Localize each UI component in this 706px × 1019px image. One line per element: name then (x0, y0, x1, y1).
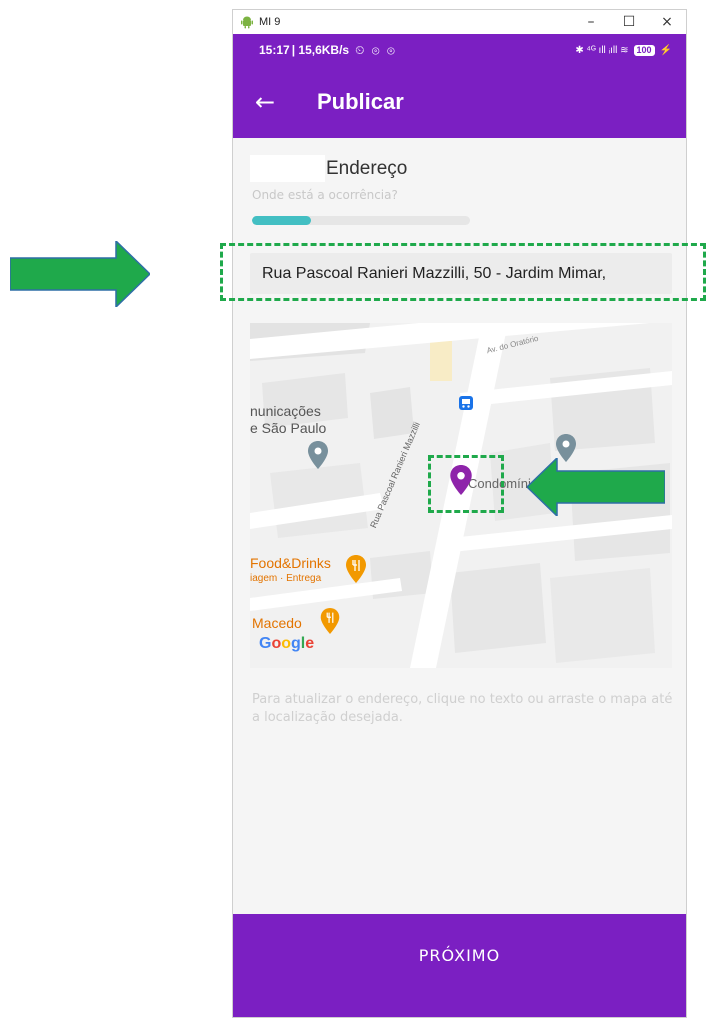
next-button[interactable]: PRÓXIMO (233, 914, 686, 1017)
status-bar: 15:17 | 15,6KB/s ⏲ ⊚ ⊚ ✱ ⁴ᴳ ıll ᵢıll ≋ 1… (233, 34, 686, 66)
status-network-speed: | 15,6KB/s (291, 43, 350, 57)
arrow-right-icon (10, 241, 150, 307)
back-arrow-icon[interactable]: ← (255, 90, 279, 114)
signal-wifi-icon: ✱ ⁴ᴳ ıll ᵢıll ≋ (575, 44, 629, 56)
map-label-comunicacoes: nunicações (250, 403, 321, 419)
android-icon (241, 16, 253, 29)
screenshot-stage: MI 9 – ☐ × 15:17 | 15,6KB/s ⏲ ⊚ ⊚ ✱ ⁴ᴳ ı… (0, 0, 706, 1019)
battery-icon: 100 (633, 44, 655, 56)
restaurant-icon (320, 608, 340, 634)
step-heading: Endereço (326, 158, 408, 179)
charging-icon: ⚡ (659, 44, 672, 56)
status-time: 15:17 (259, 43, 290, 57)
window-titlebar: MI 9 – ☐ × (233, 10, 686, 34)
marker-highlight-box (428, 455, 504, 513)
page-title: Publicar (317, 89, 404, 114)
status-right-group: ✱ ⁴ᴳ ıll ᵢıll ≋ 100 ⚡ (575, 44, 672, 56)
step-progress-bar (252, 216, 470, 225)
status-notification-icons: ⏲ ⊚ ⊚ (355, 42, 397, 57)
place-pin-icon (308, 441, 328, 469)
close-button[interactable]: × (648, 10, 686, 34)
bus-icon (459, 396, 473, 410)
app-bar: ← Publicar (233, 66, 686, 138)
map-label-macedo: Macedo (252, 615, 302, 631)
restaurant-icon (346, 555, 366, 583)
window-controls: – ☐ × (572, 10, 686, 34)
arrow-left-icon (527, 458, 665, 516)
address-highlight-box (220, 243, 706, 301)
minimize-button[interactable]: – (572, 10, 610, 34)
maximize-button[interactable]: ☐ (610, 10, 648, 34)
redaction-box (250, 155, 325, 182)
map-label-food: Food&Drinks (250, 555, 331, 571)
map-label-sao-paulo: e São Paulo (250, 420, 327, 436)
step-progress-fill (252, 216, 311, 225)
step-question: Onde está a ocorrência? (252, 188, 398, 202)
map-label-food-sub: iagem · Entrega (250, 573, 322, 584)
window-title: MI 9 (259, 16, 281, 28)
address-hint: Para atualizar o endereço, clique no tex… (252, 692, 673, 725)
google-logo: Google (259, 635, 315, 652)
